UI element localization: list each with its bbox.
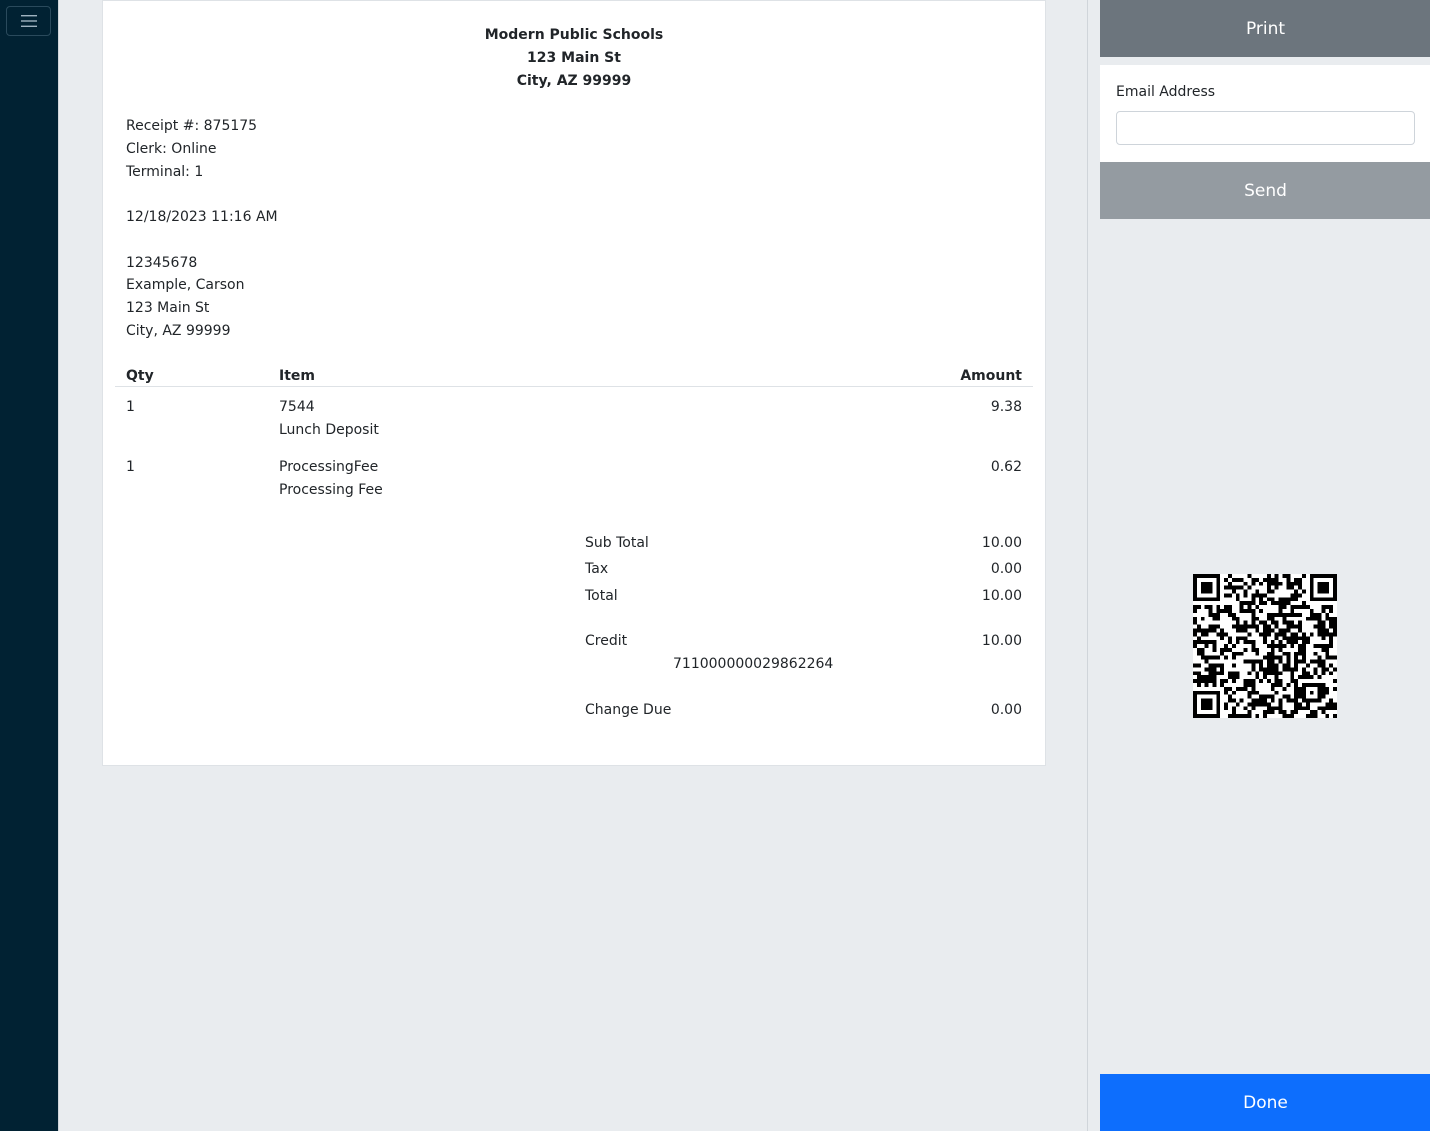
- customer-name: Example, Carson: [126, 277, 245, 293]
- customer-id: 12345678: [126, 255, 198, 271]
- send-button[interactable]: Send: [1100, 162, 1430, 219]
- clerk: Clerk: Online: [126, 141, 217, 157]
- receipt-datetime: 12/18/2023 11:16 AM: [126, 209, 278, 225]
- row-qty: 1: [126, 459, 135, 475]
- org-name: Modern Public Schools: [484, 27, 664, 43]
- customer-address-line1: 123 Main St: [126, 300, 210, 316]
- table-header-divider: [115, 386, 1033, 387]
- column-header-amount: Amount: [960, 368, 1022, 384]
- column-header-item: Item: [279, 368, 315, 384]
- qr-code-image: [1193, 574, 1337, 718]
- row-item-description: Lunch Deposit: [279, 422, 379, 438]
- change-due-label: Change Due: [585, 702, 672, 718]
- row-amount: 0.62: [990, 459, 1022, 475]
- change-due-value: 0.00: [990, 702, 1022, 718]
- hamburger-menu-icon: [20, 15, 37, 27]
- tax-label: Tax: [585, 561, 609, 577]
- main-content: Modern Public Schools 123 Main St City, …: [58, 0, 1087, 1131]
- row-amount: 9.38: [990, 399, 1022, 415]
- action-panel: Print Email Address Send Done: [1087, 0, 1430, 1131]
- email-input[interactable]: [1116, 111, 1415, 145]
- credit-reference: 711000000029862264: [673, 656, 834, 672]
- customer-address-line2: City, AZ 99999: [126, 323, 231, 339]
- print-button[interactable]: Print: [1100, 0, 1430, 57]
- subtotal-value: 10.00: [981, 535, 1022, 551]
- receipt: Modern Public Schools 123 Main St City, …: [102, 0, 1046, 766]
- tax-value: 0.00: [990, 561, 1022, 577]
- email-form: Email Address: [1100, 65, 1430, 162]
- sidebar: [0, 0, 58, 1131]
- row-item-description: Processing Fee: [279, 482, 383, 498]
- email-label: Email Address: [1116, 84, 1216, 100]
- row-item-code: ProcessingFee: [279, 459, 379, 475]
- done-button[interactable]: Done: [1100, 1074, 1430, 1131]
- org-address-line1: 123 Main St: [527, 50, 621, 66]
- column-header-qty: Qty: [126, 368, 154, 384]
- row-qty: 1: [126, 399, 135, 415]
- terminal: Terminal: 1: [126, 164, 204, 180]
- receipt-number: Receipt #: 875175: [126, 118, 258, 134]
- total-value: 10.00: [981, 588, 1022, 604]
- org-address-line2: City, AZ 99999: [516, 73, 632, 89]
- subtotal-label: Sub Total: [585, 535, 649, 551]
- total-label: Total: [585, 588, 618, 604]
- row-item-code: 7544: [279, 399, 315, 415]
- credit-label: Credit: [585, 633, 628, 649]
- credit-value: 10.00: [981, 633, 1022, 649]
- menu-toggle-button[interactable]: [6, 6, 51, 36]
